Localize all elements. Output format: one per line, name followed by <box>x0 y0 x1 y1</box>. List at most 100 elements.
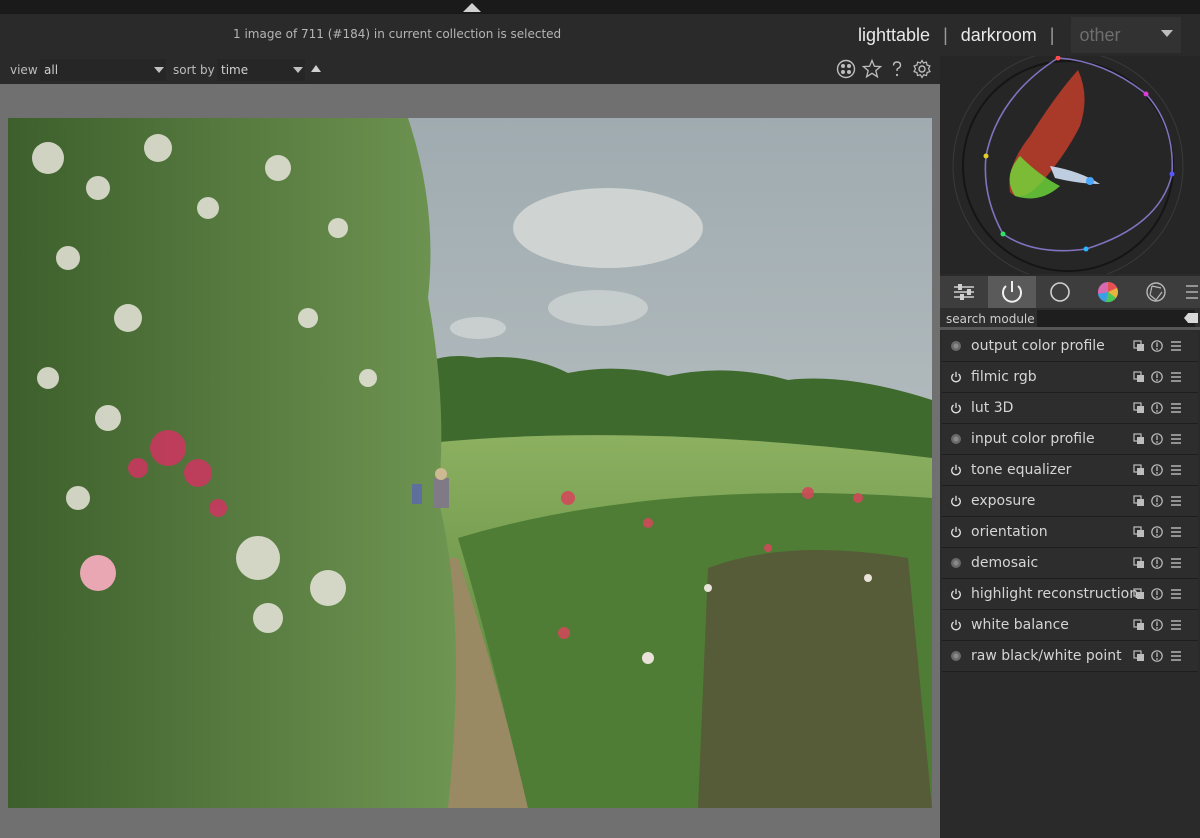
module-row[interactable]: white balance <box>942 610 1198 641</box>
power-icon[interactable] <box>950 526 962 538</box>
filter-sort-bar: view all sort by time <box>0 56 940 84</box>
module-name: raw black/white point <box>971 648 1122 664</box>
reset-icon[interactable] <box>1151 619 1163 631</box>
vectorscope-histogram[interactable] <box>940 56 1200 274</box>
color-wheel-icon[interactable] <box>1084 276 1132 308</box>
multi-instance-icon[interactable] <box>1133 650 1144 661</box>
presets-menu-icon[interactable] <box>1171 496 1181 506</box>
grouping-icon[interactable] <box>836 59 856 79</box>
module-actions <box>1133 495 1181 507</box>
reset-icon[interactable] <box>1151 650 1163 662</box>
module-name: tone equalizer <box>971 462 1072 478</box>
module-name: orientation <box>971 524 1048 540</box>
multi-instance-icon[interactable] <box>1133 619 1144 630</box>
power-icon[interactable] <box>950 619 962 631</box>
reset-icon[interactable] <box>1151 557 1163 569</box>
reset-icon[interactable] <box>1151 526 1163 538</box>
photo-preview[interactable] <box>8 118 932 808</box>
other-views-dropdown[interactable]: other <box>1071 17 1182 53</box>
top-border-strip <box>0 0 1200 14</box>
power-icon[interactable] <box>950 402 962 414</box>
multi-instance-icon[interactable] <box>1133 588 1144 599</box>
collapse-top-panel-icon[interactable] <box>463 3 481 12</box>
star-icon[interactable] <box>862 59 882 79</box>
menu-icon[interactable] <box>1180 276 1200 308</box>
module-actions <box>1133 557 1181 569</box>
help-icon[interactable] <box>887 59 907 79</box>
module-row[interactable]: tone equalizer <box>942 455 1198 486</box>
reset-icon[interactable] <box>1151 371 1163 383</box>
power-icon[interactable] <box>988 276 1036 308</box>
multi-instance-icon[interactable] <box>1133 495 1144 506</box>
view-filter-label: view <box>10 63 38 77</box>
sort-by-value: time <box>221 63 249 77</box>
module-actions <box>1133 588 1181 600</box>
selection-status-text: 1 image of 711 (#184) in current collect… <box>233 27 562 41</box>
module-actions <box>1133 619 1181 631</box>
reset-icon[interactable] <box>1151 495 1163 507</box>
module-actions <box>1133 464 1181 476</box>
module-row[interactable]: lut 3D <box>942 393 1198 424</box>
reset-icon[interactable] <box>1151 433 1163 445</box>
reset-icon[interactable] <box>1151 588 1163 600</box>
center-view <box>0 84 940 838</box>
module-actions <box>1133 526 1181 538</box>
module-name: input color profile <box>971 431 1095 447</box>
power-icon[interactable] <box>950 495 962 507</box>
sort-by-select[interactable]: time <box>217 59 305 81</box>
module-name: white balance <box>971 617 1069 633</box>
power-icon[interactable] <box>950 588 962 600</box>
module-row[interactable]: raw black/white point <box>942 641 1198 672</box>
module-row[interactable]: demosaic <box>942 548 1198 579</box>
multi-instance-icon[interactable] <box>1133 371 1144 382</box>
power-icon[interactable] <box>950 371 962 383</box>
view-separator: | <box>1049 24 1055 45</box>
module-row[interactable]: filmic rgb <box>942 362 1198 393</box>
always-on-icon <box>951 434 961 444</box>
presets-menu-icon[interactable] <box>1171 341 1181 351</box>
presets-menu-icon[interactable] <box>1171 372 1181 382</box>
multi-instance-icon[interactable] <box>1133 402 1144 413</box>
circle-icon[interactable] <box>1036 276 1084 308</box>
aperture-icon[interactable] <box>1132 276 1180 308</box>
module-name: lut 3D <box>971 400 1014 416</box>
view-other-label: other <box>1079 24 1121 45</box>
view-darkroom-link[interactable]: darkroom <box>961 25 1037 46</box>
multi-instance-icon[interactable] <box>1133 340 1144 351</box>
view-lighttable-link[interactable]: lighttable <box>858 25 930 46</box>
presets-menu-icon[interactable] <box>1171 651 1181 661</box>
multi-instance-icon[interactable] <box>1133 464 1144 475</box>
multi-instance-icon[interactable] <box>1133 433 1144 444</box>
module-list: output color profile filmic rgb lut 3D inpu… <box>940 331 1200 672</box>
active-modules-presets-icon[interactable] <box>940 276 988 308</box>
presets-menu-icon[interactable] <box>1171 434 1181 444</box>
module-row[interactable]: exposure <box>942 486 1198 517</box>
reset-icon[interactable] <box>1151 340 1163 352</box>
module-row[interactable]: output color profile <box>942 331 1198 362</box>
presets-menu-icon[interactable] <box>1171 620 1181 630</box>
presets-menu-icon[interactable] <box>1171 403 1181 413</box>
presets-menu-icon[interactable] <box>1171 465 1181 475</box>
presets-menu-icon[interactable] <box>1171 527 1181 537</box>
module-row[interactable]: highlight reconstruction <box>942 579 1198 610</box>
top-header: 1 image of 711 (#184) in current collect… <box>0 14 1200 56</box>
presets-menu-icon[interactable] <box>1171 558 1181 568</box>
power-icon[interactable] <box>950 464 962 476</box>
search-module-input[interactable] <box>1037 310 1195 327</box>
presets-menu-icon[interactable] <box>1171 589 1181 599</box>
module-row[interactable]: orientation <box>942 517 1198 548</box>
multi-instance-icon[interactable] <box>1133 526 1144 537</box>
module-name: demosaic <box>971 555 1039 571</box>
module-row[interactable]: input color profile <box>942 424 1198 455</box>
sort-direction-icon[interactable] <box>311 65 321 72</box>
view-switcher: lighttable | darkroom | other <box>858 17 1182 53</box>
search-module-label: search module <box>946 312 1035 326</box>
always-on-icon <box>951 341 961 351</box>
multi-instance-icon[interactable] <box>1133 557 1144 568</box>
module-name: exposure <box>971 493 1036 509</box>
reset-icon[interactable] <box>1151 402 1163 414</box>
view-filter-select[interactable]: all <box>40 59 166 81</box>
right-panel: search module output color profile filmic… <box>940 56 1200 838</box>
reset-icon[interactable] <box>1151 464 1163 476</box>
gear-icon[interactable] <box>912 59 932 79</box>
